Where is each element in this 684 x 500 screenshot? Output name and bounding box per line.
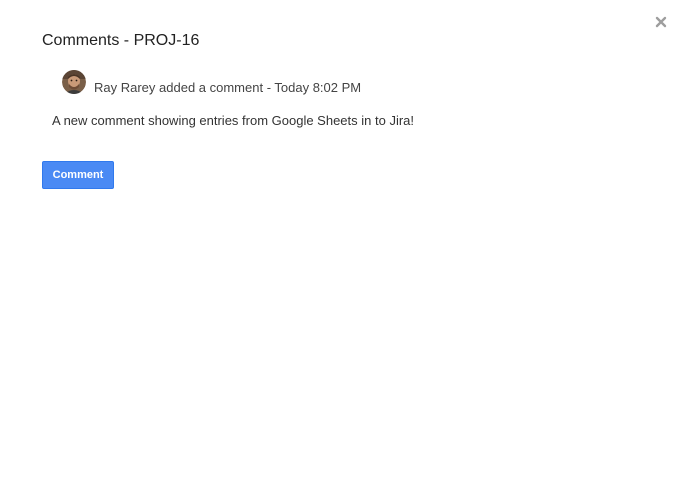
comment-button[interactable]: Comment (42, 161, 114, 189)
close-button[interactable] (652, 13, 670, 31)
comment-header: Ray Rarey added a comment - Today 8:02 P… (62, 70, 361, 96)
comments-dialog: Comments - PROJ-16 Ray Rarey added a com… (0, 0, 684, 500)
dialog-title: Comments - PROJ-16 (42, 32, 200, 49)
comment-body: A new comment showing entries from Googl… (52, 113, 415, 128)
close-icon[interactable] (654, 15, 668, 29)
avatar (62, 70, 86, 94)
comment-meta: Ray Rarey added a comment - Today 8:02 P… (94, 80, 362, 95)
user-avatar-icon (62, 70, 86, 94)
